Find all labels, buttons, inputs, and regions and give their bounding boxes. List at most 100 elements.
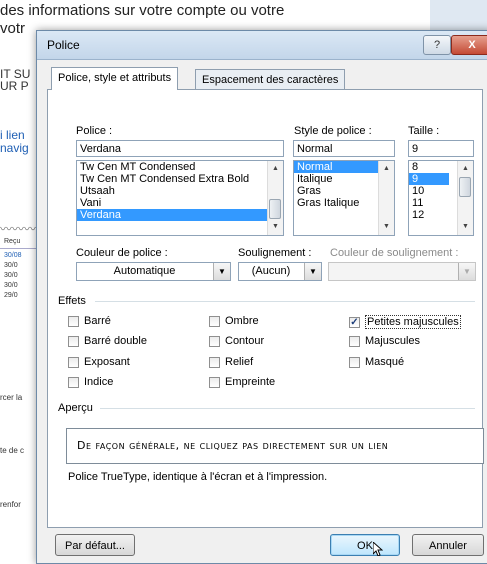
date-cell: 29/0 xyxy=(4,292,18,299)
date-cell: 30/0 xyxy=(4,272,18,279)
list-item-selected[interactable]: 9 xyxy=(409,173,449,185)
underline-value: (Aucun) xyxy=(251,265,291,277)
list-item-selected[interactable]: Normal xyxy=(294,161,378,173)
checkbox-box[interactable] xyxy=(349,335,360,347)
chevron-down-icon: ▼ xyxy=(458,263,475,280)
font-dialog: Police ? X Police, style et attributs Es… xyxy=(36,30,487,564)
checkbox-shadow[interactable]: Ombre xyxy=(209,315,259,327)
underline-select[interactable]: (Aucun) ▼ xyxy=(238,262,322,281)
style-listbox[interactable]: Normal Italique Gras Gras Italique ▲ ▼ xyxy=(293,160,395,236)
checkbox-label: Contour xyxy=(225,335,265,347)
list-item[interactable]: Tw Cen MT Condensed xyxy=(77,161,283,173)
divider xyxy=(0,248,36,249)
background-link[interactable]: i lien xyxy=(0,128,25,142)
checkbox-label: Indice xyxy=(84,376,114,388)
list-item[interactable]: Utsaah xyxy=(77,185,283,197)
checkbox-superscript[interactable]: Exposant xyxy=(68,356,130,368)
checkbox-box[interactable] xyxy=(209,335,220,347)
date-cell: 30/08 xyxy=(4,252,22,259)
underline-color-select[interactable]: ▼ xyxy=(328,262,476,281)
background-note: te de c xyxy=(0,446,25,455)
tab-label: Police, style et attributs xyxy=(58,72,172,84)
underline-label: Soulignement : xyxy=(238,247,312,259)
font-list-scrollbar[interactable]: ▲ ▼ xyxy=(267,161,283,235)
group-divider xyxy=(100,408,475,409)
checkbox-label: Empreinte xyxy=(225,376,276,388)
scroll-up-arrow-icon[interactable]: ▲ xyxy=(379,163,394,175)
checkbox-box[interactable] xyxy=(349,356,360,368)
checkbox-box[interactable] xyxy=(209,356,220,368)
font-color-label: Couleur de police : xyxy=(76,247,168,259)
font-color-select[interactable]: Automatique ▼ xyxy=(76,262,231,281)
ok-button[interactable]: OK xyxy=(330,534,400,556)
checkmark-icon[interactable]: ✓ xyxy=(349,316,360,328)
checkbox-double-strikethrough[interactable]: Barré double xyxy=(68,335,147,347)
checkbox-box[interactable] xyxy=(68,376,79,388)
checkbox-label: Petites majuscules xyxy=(365,315,461,329)
checkbox-all-caps[interactable]: Majuscules xyxy=(349,335,420,347)
checkbox-small-caps[interactable]: ✓ Petites majuscules xyxy=(349,315,461,329)
preview-note: Police TrueType, identique à l'écran et … xyxy=(68,471,328,483)
checkbox-label: Masqué xyxy=(365,356,405,368)
close-button[interactable]: X xyxy=(451,35,487,55)
group-divider xyxy=(95,301,475,302)
checkbox-emboss[interactable]: Relief xyxy=(209,356,253,368)
tab-character-spacing[interactable]: Espacement des caractères xyxy=(195,69,346,90)
scroll-down-arrow-icon[interactable]: ▼ xyxy=(458,221,473,233)
size-input[interactable]: 9 xyxy=(408,140,474,157)
checkbox-subscript[interactable]: Indice xyxy=(68,376,113,388)
tab-font-style-attributes[interactable]: Police, style et attributs xyxy=(51,67,179,90)
underline-color-label: Couleur de soulignement : xyxy=(330,247,459,259)
checkbox-box[interactable] xyxy=(68,356,79,368)
checkbox-box[interactable] xyxy=(209,315,220,327)
checkbox-box[interactable] xyxy=(68,335,79,347)
chevron-down-icon[interactable]: ▼ xyxy=(213,263,230,280)
font-name-input[interactable]: Verdana xyxy=(76,140,284,157)
checkbox-label: Ombre xyxy=(225,315,259,327)
date-cell: 30/0 xyxy=(4,282,18,289)
dialog-titlebar[interactable]: Police ? X xyxy=(37,31,487,60)
scroll-down-arrow-icon[interactable]: ▼ xyxy=(268,221,283,233)
help-button[interactable]: ? xyxy=(423,35,451,55)
background-line-2: votr xyxy=(0,20,26,37)
background-note: renfor xyxy=(0,500,21,509)
background-side-text: UR P xyxy=(0,79,29,93)
preview-box: De façon générale, ne cliquez pas direct… xyxy=(66,428,484,464)
scroll-thumb[interactable] xyxy=(459,177,471,197)
list-item[interactable]: Tw Cen MT Condensed Extra Bold xyxy=(77,173,283,185)
chevron-down-icon[interactable]: ▼ xyxy=(304,263,321,280)
size-list-scrollbar[interactable]: ▲ ▼ xyxy=(457,161,473,235)
font-listbox[interactable]: Tw Cen MT Condensed Tw Cen MT Condensed … xyxy=(76,160,284,236)
style-input[interactable]: Normal xyxy=(293,140,395,157)
scroll-up-arrow-icon[interactable]: ▲ xyxy=(458,163,473,175)
dialog-title: Police xyxy=(47,38,80,52)
background-line-1: des informations sur votre compte ou vot… xyxy=(0,2,285,19)
checkbox-label: Relief xyxy=(225,356,254,368)
checkbox-label: Majuscules xyxy=(365,335,421,347)
checkbox-box[interactable] xyxy=(209,376,220,388)
checkbox-engrave[interactable]: Empreinte xyxy=(209,376,275,388)
checkbox-box[interactable] xyxy=(68,315,79,327)
font-color-value: Automatique xyxy=(113,265,176,277)
scroll-down-arrow-icon[interactable]: ▼ xyxy=(379,221,394,233)
scroll-thumb[interactable] xyxy=(269,199,281,219)
background-panel xyxy=(430,0,487,30)
background-note: rcer la xyxy=(0,393,23,402)
date-cell: 30/0 xyxy=(4,262,18,269)
size-listbox[interactable]: 8 9 10 11 12 ▲ ▼ xyxy=(408,160,474,236)
style-list-scrollbar[interactable]: ▲ ▼ xyxy=(378,161,394,235)
background-link[interactable]: navig xyxy=(0,141,29,155)
list-item-selected[interactable]: Verdana xyxy=(77,209,283,221)
scroll-up-arrow-icon[interactable]: ▲ xyxy=(268,163,283,175)
checkbox-strikethrough[interactable]: Barré xyxy=(68,315,111,327)
checkbox-outline[interactable]: Contour xyxy=(209,335,264,347)
preview-label: Aperçu xyxy=(58,402,93,414)
tab-label: Espacement des caractères xyxy=(202,74,339,86)
checkbox-hidden[interactable]: Masqué xyxy=(349,356,404,368)
received-header: Reçu xyxy=(4,238,21,245)
checkbox-label: Barré xyxy=(84,315,111,327)
style-label: Style de police : xyxy=(294,125,372,137)
cancel-button[interactable]: Annuler xyxy=(412,534,484,556)
set-default-button[interactable]: Par défaut... xyxy=(55,534,135,556)
list-item[interactable]: Vani xyxy=(77,197,283,209)
